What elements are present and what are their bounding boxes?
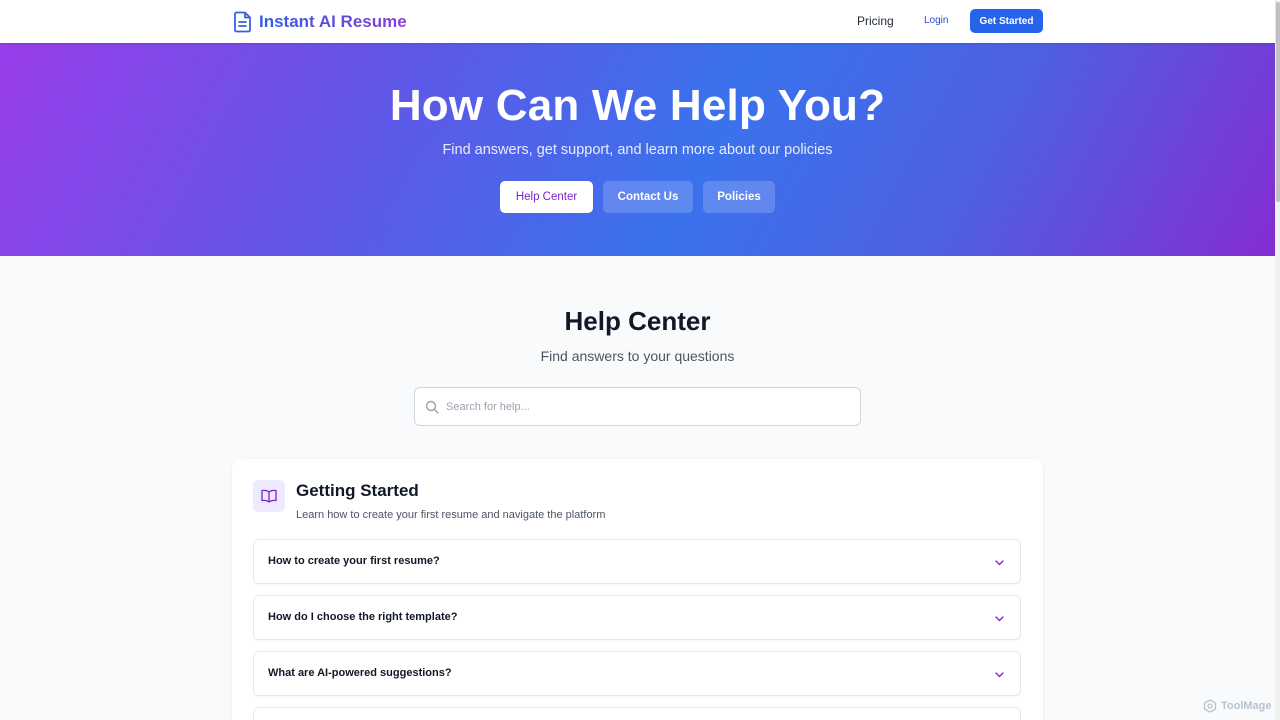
faq-item[interactable]: What are AI-powered suggestions? bbox=[253, 651, 1021, 696]
nav-login-link[interactable]: Login bbox=[924, 15, 948, 26]
help-center-subtitle: Find answers to your questions bbox=[540, 348, 735, 364]
faq-category-card: Getting Started Learn how to create your… bbox=[232, 459, 1043, 720]
faq-item[interactable]: How do I choose the right template? bbox=[253, 595, 1021, 640]
hero-title: How Can We Help You? bbox=[389, 81, 886, 130]
hero-banner: How Can We Help You? Find answers, get s… bbox=[0, 43, 1275, 256]
category-icon-box bbox=[253, 480, 285, 512]
brand-name: Instant AI Resume bbox=[259, 12, 407, 31]
tab-help-center[interactable]: Help Center bbox=[500, 181, 593, 213]
faq-item[interactable]: How to create your first resume? bbox=[253, 539, 1021, 584]
faq-question: What are AI-powered suggestions? bbox=[268, 667, 452, 679]
book-open-icon bbox=[261, 489, 277, 503]
search-input[interactable] bbox=[446, 388, 846, 425]
help-center-title: Help Center bbox=[564, 306, 711, 336]
chevron-down-icon bbox=[995, 616, 1004, 622]
search-icon bbox=[425, 400, 439, 414]
faq-question: How do I choose the right template? bbox=[268, 611, 458, 623]
category-title: Getting Started bbox=[296, 481, 419, 500]
brand-logo[interactable]: Instant AI Resume bbox=[233, 10, 407, 34]
category-description: Learn how to create your first resume an… bbox=[296, 509, 606, 521]
hero-subtitle: Find answers, get support, and learn mor… bbox=[442, 142, 833, 158]
site-header: Instant AI Resume Pricing Login Get Star… bbox=[0, 0, 1275, 43]
faq-item[interactable] bbox=[253, 707, 1021, 720]
tab-policies[interactable]: Policies bbox=[703, 181, 775, 213]
tab-contact-us[interactable]: Contact Us bbox=[603, 181, 693, 213]
chevron-down-icon bbox=[995, 672, 1004, 678]
nav-pricing-link[interactable]: Pricing bbox=[857, 14, 894, 28]
toolmage-logo-icon bbox=[1203, 699, 1217, 713]
scrollbar-thumb[interactable] bbox=[1276, 2, 1280, 202]
watermark: ToolMage bbox=[1203, 699, 1272, 713]
page-scrollbar[interactable] bbox=[1275, 0, 1280, 720]
help-search bbox=[414, 387, 861, 426]
watermark-text: ToolMage bbox=[1221, 700, 1272, 712]
chevron-down-icon bbox=[995, 560, 1004, 566]
faq-question: How to create your first resume? bbox=[268, 555, 440, 567]
get-started-button[interactable]: Get Started bbox=[970, 9, 1043, 33]
document-icon bbox=[234, 11, 251, 33]
